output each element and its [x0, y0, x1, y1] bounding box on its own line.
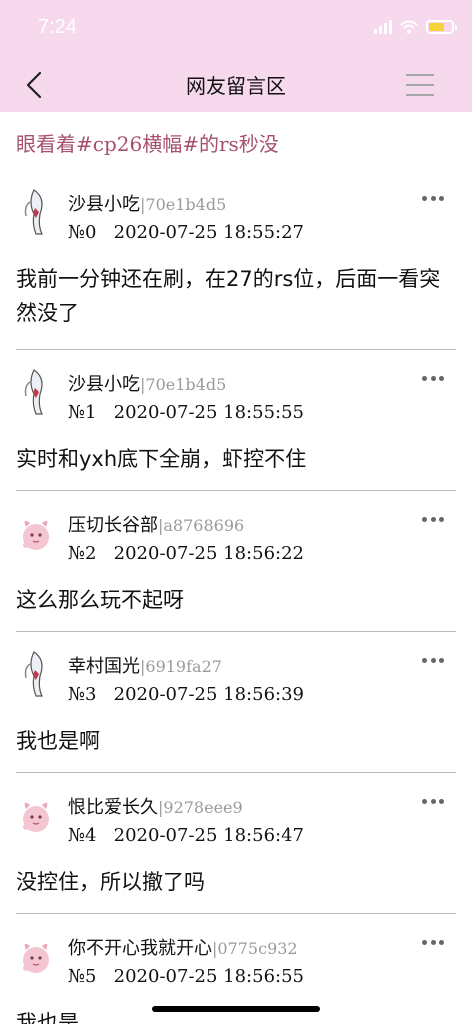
post-meta: №4 2020-07-25 18:56:47: [68, 825, 304, 846]
more-icon[interactable]: [422, 196, 444, 202]
poster-uid: |a8768696: [158, 516, 245, 535]
post-content: 实时和yxh底下全崩，虾控不住: [16, 447, 307, 471]
post-meta: №5 2020-07-25 18:56:55: [68, 966, 304, 987]
pink-creature-avatar-icon[interactable]: [18, 791, 54, 839]
post-item: 幸村国光|6919fa27 №3 2020-07-25 18:56:39 我也是…: [0, 632, 472, 773]
more-icon[interactable]: [422, 517, 444, 523]
post-meta: №3 2020-07-25 18:56:39: [68, 684, 304, 705]
post-meta: №0 2020-07-25 18:55:27: [68, 222, 304, 243]
post-item: 压切长谷部|a8768696 №2 2020-07-25 18:56:22 这么…: [0, 491, 472, 632]
post-item: 沙县小吃|70e1b4d5 №1 2020-07-25 18:55:55 实时和…: [0, 350, 472, 491]
post-content: 我前一分钟还在刷，在27的rs位，后面一看突然没了: [16, 267, 441, 325]
more-icon[interactable]: [422, 658, 444, 664]
wifi-icon: [400, 20, 418, 34]
poster-uid: |9278eee9: [158, 798, 243, 817]
poster-name[interactable]: 压切长谷部|a8768696: [68, 511, 244, 537]
home-indicator[interactable]: [152, 1006, 320, 1012]
poster-name[interactable]: 你不开心我就开心|0775c932: [68, 934, 298, 960]
pink-creature-avatar-icon[interactable]: [18, 509, 54, 557]
signal-icon: [374, 20, 392, 34]
battery-icon: [426, 20, 457, 34]
poster-uid: |0775c932: [212, 939, 298, 958]
topic-title: 眼看着#cp26横幅#的rs秒没: [16, 132, 279, 156]
page-title: 网友留言区: [186, 74, 286, 98]
more-icon[interactable]: [422, 799, 444, 805]
poster-uid: |70e1b4d5: [140, 375, 227, 394]
post-item: 恨比爱长久|9278eee9 №4 2020-07-25 18:56:47 没控…: [0, 773, 472, 914]
post-content: 这么那么玩不起呀: [16, 588, 184, 612]
sword-avatar-icon[interactable]: [18, 368, 54, 416]
poster-uid: |70e1b4d5: [140, 195, 227, 214]
poster-name[interactable]: 幸村国光|6919fa27: [68, 652, 222, 678]
post-meta: №1 2020-07-25 18:55:55: [68, 402, 304, 423]
post-item: 沙县小吃|70e1b4d5 №0 2020-07-25 18:55:27 我前一…: [0, 170, 472, 350]
post-content: 没控住，所以撤了吗: [16, 870, 205, 894]
menu-icon[interactable]: [406, 74, 434, 96]
sword-avatar-icon[interactable]: [18, 188, 54, 236]
sword-avatar-icon[interactable]: [18, 650, 54, 698]
poster-name[interactable]: 沙县小吃|70e1b4d5: [68, 370, 226, 396]
status-bar: 7:24: [0, 0, 472, 58]
post-list: 沙县小吃|70e1b4d5 №0 2020-07-25 18:55:27 我前一…: [0, 170, 472, 1024]
poster-name[interactable]: 恨比爱长久|9278eee9: [68, 793, 243, 819]
nav-bar: 网友留言区: [0, 58, 472, 112]
poster-uid: |6919fa27: [140, 657, 222, 676]
poster-name[interactable]: 沙县小吃|70e1b4d5: [68, 190, 226, 216]
post-content: 我也是啊: [16, 729, 100, 753]
status-icons: [374, 20, 457, 34]
pink-creature-avatar-icon[interactable]: [18, 932, 54, 980]
status-time: 7:24: [38, 16, 77, 38]
more-icon[interactable]: [422, 940, 444, 946]
post-meta: №2 2020-07-25 18:56:22: [68, 543, 304, 564]
more-icon[interactable]: [422, 376, 444, 382]
